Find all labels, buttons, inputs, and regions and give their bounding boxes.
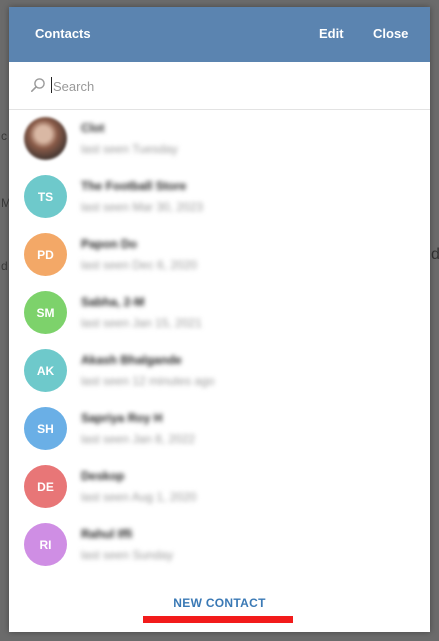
close-button[interactable]: Close — [373, 26, 408, 41]
red-underline-annotation — [143, 616, 293, 623]
contact-name: Papon Do — [81, 237, 137, 251]
search-icon — [30, 78, 45, 92]
contact-last-seen: last seen Aug 1, 2020 — [81, 490, 197, 504]
avatar: PD — [24, 233, 67, 276]
avatar: SM — [24, 291, 67, 334]
new-contact-button[interactable]: NEW CONTACT — [9, 596, 430, 610]
avatar: TS — [24, 175, 67, 218]
contact-last-seen: last seen 12 minutes ago — [81, 374, 215, 388]
contact-item[interactable]: TS The Football Store last seen Mar 30, … — [9, 168, 430, 226]
contact-name: Rahul Iffi — [81, 527, 133, 541]
contact-name: The Football Store — [81, 179, 187, 193]
contact-item[interactable]: DE Deskop last seen Aug 1, 2020 — [9, 458, 430, 516]
avatar: SH — [24, 407, 67, 450]
avatar: AK — [24, 349, 67, 392]
contact-name: Sapriya Roy H — [81, 411, 163, 425]
contact-last-seen: last seen Tuesday — [81, 142, 178, 156]
contact-last-seen: last seen Jan 15, 2021 — [81, 316, 202, 330]
contact-last-seen: last seen Mar 30, 2023 — [81, 200, 204, 214]
dialog-header: Contacts Edit Close — [9, 7, 430, 62]
contact-last-seen: last seen Dec 6, 2020 — [81, 258, 198, 272]
edit-button[interactable]: Edit — [319, 26, 344, 41]
contact-item[interactable]: RI Rahul Iffi last seen Sunday — [9, 516, 430, 574]
contact-item[interactable]: Clot last seen Tuesday — [9, 110, 430, 168]
background-fragment: d — [431, 246, 439, 263]
avatar: DE — [24, 465, 67, 508]
contact-item[interactable]: SM Sabha, 2-M last seen Jan 15, 2021 — [9, 284, 430, 342]
contact-name: Clot — [81, 121, 105, 135]
contact-last-seen: last seen Sunday — [81, 548, 174, 562]
contact-name: Sabha, 2-M — [81, 295, 145, 309]
avatar: RI — [24, 523, 67, 566]
contact-name: Deskop — [81, 469, 125, 483]
dialog-title: Contacts — [35, 26, 91, 41]
avatar-photo — [24, 117, 67, 160]
contact-item[interactable]: PD Papon Do last seen Dec 6, 2020 — [9, 226, 430, 284]
contact-name: Akash Bhalgande — [81, 353, 182, 367]
contacts-dialog: Contacts Edit Close Clot last seen Tuesd… — [9, 7, 430, 632]
contact-item[interactable]: SH Sapriya Roy H last seen Jan 8, 2022 — [9, 400, 430, 458]
background-fragment: c — [1, 129, 7, 143]
search-bar — [9, 62, 430, 110]
search-input[interactable] — [51, 74, 405, 98]
contact-item[interactable]: AK Akash Bhalgande last seen 12 minutes … — [9, 342, 430, 400]
contact-last-seen: last seen Jan 8, 2022 — [81, 432, 196, 446]
text-caret — [51, 77, 52, 93]
background-fragment: d — [1, 259, 8, 273]
